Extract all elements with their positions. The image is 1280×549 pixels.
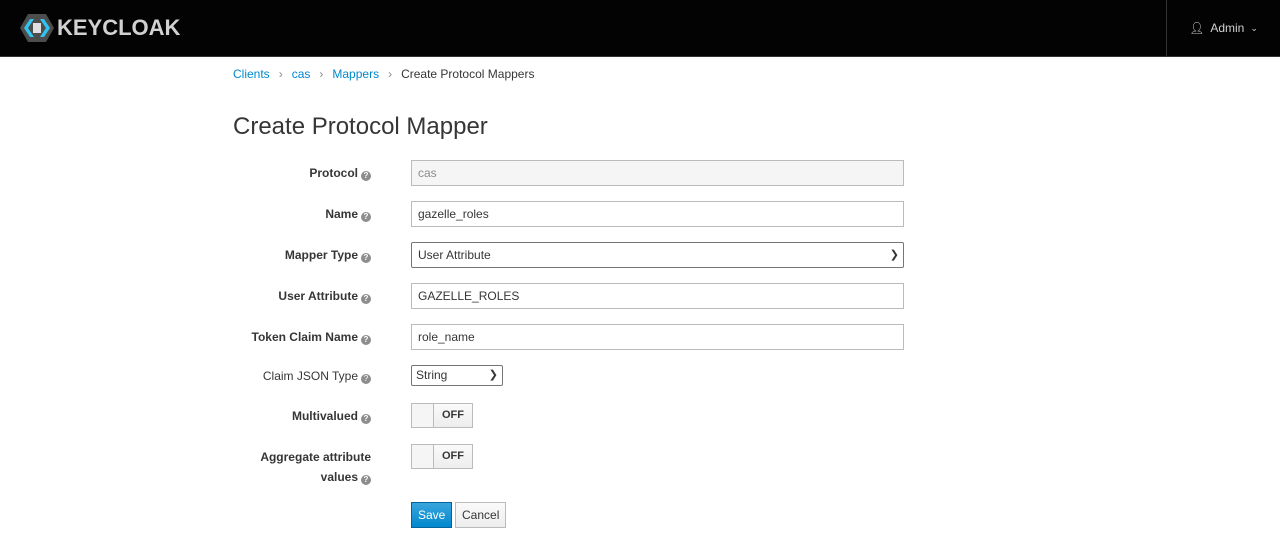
page-title: Create Protocol Mapper — [233, 113, 488, 140]
token-claim-name-input[interactable]: role_name — [411, 324, 904, 350]
name-label: Name? — [221, 204, 371, 224]
help-icon[interactable]: ? — [361, 171, 371, 181]
help-icon[interactable]: ? — [361, 212, 371, 222]
keycloak-logo-icon — [20, 14, 54, 42]
mapper-type-select[interactable]: User Attribute ❯ — [411, 242, 904, 268]
help-icon[interactable]: ? — [361, 475, 371, 485]
user-attribute-input[interactable]: GAZELLE_ROLES — [411, 283, 904, 309]
breadcrumb-mappers[interactable]: Mappers — [332, 67, 379, 81]
aggregate-label: Aggregate attribute values? — [260, 450, 371, 485]
user-attribute-label: User Attribute? — [221, 286, 371, 306]
chevron-down-icon: ❯ — [488, 369, 498, 381]
name-input[interactable]: gazelle_roles — [411, 201, 904, 227]
brand-text: KEYCLOAK — [57, 15, 181, 40]
aggregate-toggle[interactable]: OFF — [411, 444, 473, 469]
chevron-down-icon: ❯ — [889, 249, 899, 261]
claim-json-type-select[interactable]: String ❯ — [411, 365, 503, 386]
breadcrumb-cas[interactable]: cas — [292, 67, 311, 81]
breadcrumb: Clients › cas › Mappers › Create Protocol M… — [233, 67, 534, 81]
multivalued-label: Multivalued? — [221, 406, 371, 426]
protocol-label: Protocol? — [221, 163, 371, 183]
separator-icon: › — [388, 67, 393, 81]
help-icon[interactable]: ? — [361, 335, 371, 345]
save-button[interactable]: Save — [411, 502, 453, 528]
protocol-field: cas — [411, 160, 904, 186]
help-icon[interactable]: ? — [361, 294, 371, 304]
mapper-type-label: Mapper Type? — [221, 245, 371, 265]
multivalued-toggle[interactable]: OFF — [411, 403, 473, 428]
chevron-down-icon: ⌄ — [1250, 22, 1258, 33]
separator-icon: › — [319, 67, 324, 81]
breadcrumb-clients[interactable]: Clients — [233, 67, 270, 81]
help-icon[interactable]: ? — [361, 374, 371, 384]
breadcrumb-current: Create Protocol Mappers — [401, 67, 535, 81]
user-menu[interactable]: 👤︎ Admin ⌄ — [1166, 0, 1280, 56]
help-icon[interactable]: ? — [361, 414, 371, 424]
user-name: Admin — [1210, 21, 1245, 35]
user-icon: 👤︎ — [1189, 21, 1205, 35]
help-icon[interactable]: ? — [361, 253, 371, 263]
cancel-button[interactable]: Cancel — [455, 502, 507, 528]
top-navbar: KEYCLOAK 👤︎ Admin ⌄ — [0, 0, 1280, 57]
keycloak-logo[interactable]: KEYCLOAK — [20, 14, 180, 42]
token-claim-name-label: Token Claim Name? — [221, 327, 371, 347]
claim-json-type-label: Claim JSON Type? — [221, 366, 371, 386]
separator-icon: › — [278, 67, 283, 81]
